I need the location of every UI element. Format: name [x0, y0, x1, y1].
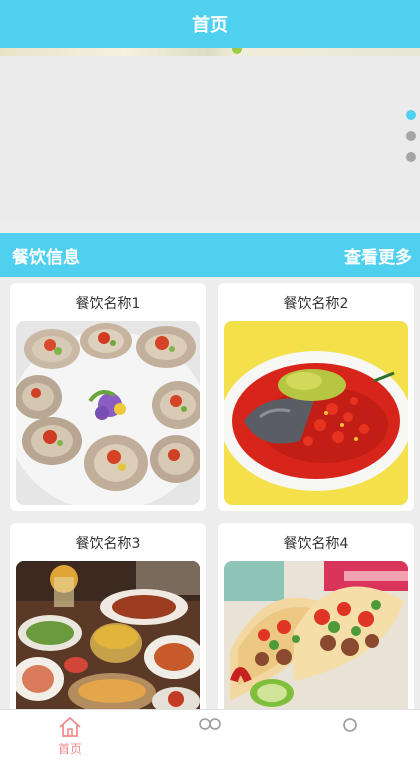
- food-card-2[interactable]: 餐饮名称2: [218, 283, 414, 511]
- tab-home[interactable]: 首页: [0, 710, 140, 762]
- food-image-chili-fish-head[interactable]: [224, 321, 408, 505]
- user-icon: [343, 718, 357, 732]
- carousel-dot-1[interactable]: [406, 110, 416, 120]
- home-icon: [59, 716, 81, 737]
- tab-home-label: 首页: [57, 742, 82, 756]
- food-card-title: 餐饮名称1: [75, 296, 141, 312]
- food-card-title: 餐饮名称4: [283, 536, 349, 552]
- view-more-link[interactable]: 查看更多: [344, 243, 412, 268]
- food-image-oysters[interactable]: [16, 321, 200, 505]
- top-header: 首页: [0, 0, 420, 48]
- section-header: 餐饮信息 查看更多: [0, 233, 420, 277]
- tab-chat[interactable]: [140, 710, 280, 762]
- food-card-title: 餐饮名称2: [283, 296, 349, 312]
- banner-carousel[interactable]: [0, 48, 420, 220]
- food-card-4[interactable]: 餐饮名称4: [218, 523, 414, 713]
- banner-image-edge: [0, 48, 420, 56]
- food-card-1[interactable]: 餐饮名称1: [10, 283, 206, 511]
- page-title: 首页: [192, 15, 228, 36]
- chat-icon: [199, 718, 221, 730]
- food-card-title: 餐饮名称3: [75, 536, 141, 552]
- carousel-indicators: [406, 110, 416, 162]
- carousel-dot-2[interactable]: [406, 131, 416, 141]
- section-title: 餐饮信息: [12, 247, 80, 268]
- food-image-hotpot-spread[interactable]: [16, 561, 200, 713]
- food-image-tacos[interactable]: [224, 561, 408, 713]
- tab-user[interactable]: [280, 710, 420, 762]
- carousel-dot-3[interactable]: [406, 152, 416, 162]
- food-card-3[interactable]: 餐饮名称3: [10, 523, 206, 713]
- bottom-tab-bar: 首页: [0, 709, 420, 762]
